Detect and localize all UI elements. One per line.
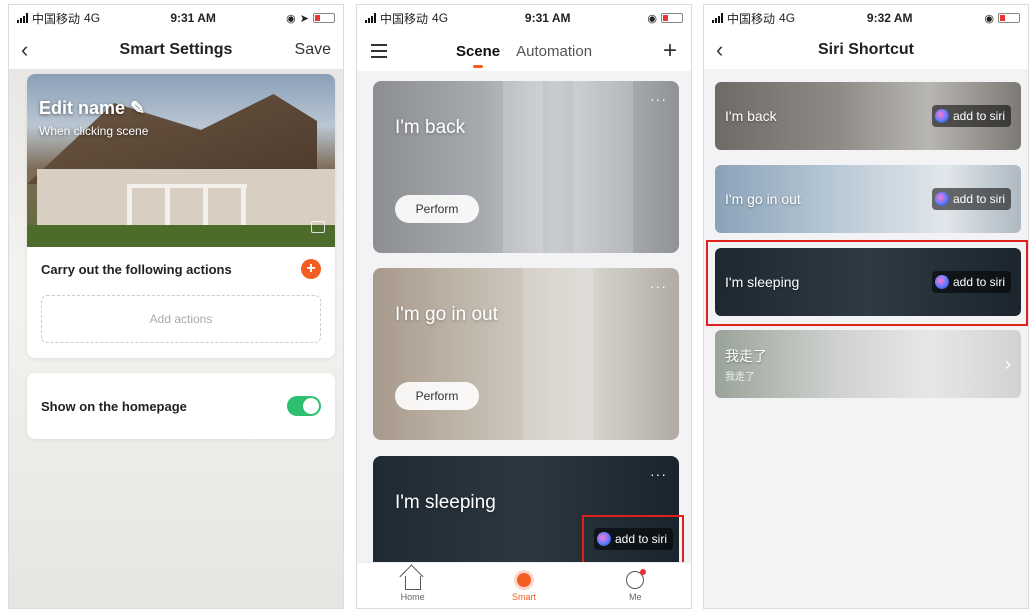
add-scene-button[interactable]: + bbox=[663, 37, 677, 65]
smart-settings-screen: 中国移动 4G 9:31 AM ◉ ➤ ‹ Smart Settings Sav… bbox=[8, 4, 344, 609]
pencil-icon: ✎ bbox=[130, 98, 146, 118]
network-label: 4G bbox=[84, 11, 101, 25]
actions-header: Carry out the following actions + bbox=[27, 247, 335, 291]
scene-name: I'm sleeping bbox=[395, 492, 496, 513]
scene-trigger-label: When clicking scene bbox=[39, 124, 149, 138]
siri-icon bbox=[934, 109, 949, 123]
add-actions-area[interactable]: Add actions bbox=[41, 295, 321, 343]
add-to-siri-label: add to siri bbox=[952, 109, 1005, 123]
status-bar: 中国移动 4G 9:32 AM ◉ bbox=[704, 5, 1028, 31]
nav-bar: Scene Automation + bbox=[357, 31, 691, 71]
save-button[interactable]: Save bbox=[295, 41, 331, 59]
nav-bar: ‹ Siri Shortcut bbox=[704, 31, 1028, 69]
network-label: 4G bbox=[779, 11, 796, 25]
tab-scene[interactable]: Scene bbox=[456, 43, 500, 68]
location-icon: ➤ bbox=[299, 12, 309, 25]
battery-icon bbox=[313, 13, 335, 23]
siri-shortcut-screen: 中国移动 4G 9:32 AM ◉ ‹ Siri Shortcut I'm ba… bbox=[703, 4, 1029, 609]
scene-card[interactable]: ··· I'm back Perform bbox=[373, 81, 679, 253]
scene-name: I'm go in out bbox=[395, 304, 498, 325]
back-button[interactable]: ‹ bbox=[716, 37, 723, 63]
shortcut-row[interactable]: 我走了 我走了 › bbox=[715, 330, 1021, 398]
shortcut-name: I'm go in out bbox=[725, 191, 801, 207]
tabbar-smart-label: Smart bbox=[511, 591, 536, 602]
highlight-box bbox=[582, 515, 684, 565]
highlight-box bbox=[706, 240, 1028, 326]
signal-icon bbox=[17, 13, 28, 23]
shortcut-row[interactable]: I'm back add to siri bbox=[715, 82, 1021, 150]
change-photo-icon[interactable] bbox=[311, 221, 325, 233]
add-to-siri-button[interactable]: add to siri bbox=[931, 105, 1011, 127]
tab-bar: Home Smart Me bbox=[357, 562, 691, 608]
shortcut-name: 我走了 bbox=[725, 347, 767, 364]
carrier-label: 中国移动 bbox=[380, 11, 429, 26]
more-icon[interactable]: ··· bbox=[650, 91, 667, 107]
scene-list-screen: 中国移动 4G 9:31 AM ◉ Scene Automation + ···… bbox=[356, 4, 692, 609]
battery-icon bbox=[998, 13, 1020, 23]
status-time: 9:32 AM bbox=[866, 11, 913, 25]
network-label: 4G bbox=[432, 11, 449, 25]
perform-button[interactable]: Perform bbox=[395, 382, 479, 410]
status-time: 9:31 AM bbox=[170, 11, 216, 25]
homepage-toggle[interactable] bbox=[287, 396, 321, 416]
smart-icon bbox=[516, 572, 531, 587]
signal-icon bbox=[712, 13, 723, 23]
tabbar-me[interactable]: Me bbox=[605, 568, 665, 602]
carrier-label: 中国移动 bbox=[727, 11, 776, 26]
edit-name-label: Edit name bbox=[39, 98, 126, 118]
homepage-toggle-row: Show on the homepage bbox=[27, 373, 335, 439]
shortcut-phrase: 我走了 bbox=[725, 371, 755, 383]
tabbar-smart[interactable]: Smart bbox=[494, 570, 554, 602]
scene-cover-image[interactable]: Edit name ✎ When clicking scene bbox=[27, 74, 335, 247]
page-title: Smart Settings bbox=[119, 41, 233, 58]
add-to-siri-button[interactable]: add to siri bbox=[931, 188, 1011, 210]
siri-icon bbox=[934, 192, 949, 206]
back-button[interactable]: ‹ bbox=[21, 37, 28, 63]
chevron-right-icon: › bbox=[1005, 353, 1011, 374]
status-time: 9:31 AM bbox=[524, 11, 571, 25]
add-to-siri-label: add to siri bbox=[952, 192, 1005, 206]
scene-name: I'm back bbox=[395, 117, 466, 138]
tabbar-home-label: Home bbox=[400, 591, 425, 602]
status-bar: 中国移动 4G 9:31 AM ◉ bbox=[357, 5, 691, 31]
more-icon[interactable]: ··· bbox=[650, 466, 667, 482]
battery-icon bbox=[661, 13, 683, 23]
menu-icon[interactable] bbox=[371, 44, 387, 58]
rotation-lock-icon: ◉ bbox=[984, 12, 994, 25]
profile-icon bbox=[626, 568, 647, 589]
shortcut-row[interactable]: I'm go in out add to siri bbox=[715, 165, 1021, 233]
scene-card[interactable]: ··· I'm go in out Perform bbox=[373, 268, 679, 440]
more-icon[interactable]: ··· bbox=[650, 278, 667, 294]
rotation-lock-icon: ◉ bbox=[647, 12, 657, 25]
tabbar-home[interactable]: Home bbox=[383, 570, 443, 602]
tab-automation[interactable]: Automation bbox=[516, 43, 592, 60]
homepage-label: Show on the homepage bbox=[41, 398, 187, 414]
perform-button[interactable]: Perform bbox=[395, 195, 479, 223]
tabbar-me-label: Me bbox=[629, 591, 642, 602]
rotation-lock-icon: ◉ bbox=[286, 12, 296, 25]
shortcut-name: I'm back bbox=[725, 108, 777, 124]
edit-name-button[interactable]: Edit name ✎ bbox=[39, 98, 145, 119]
page-title: Siri Shortcut bbox=[817, 41, 914, 58]
add-action-button[interactable]: + bbox=[301, 259, 321, 279]
scene-settings-card: Edit name ✎ When clicking scene Carry ou… bbox=[27, 74, 335, 358]
home-icon bbox=[404, 575, 421, 590]
nav-bar: ‹ Smart Settings Save bbox=[9, 31, 343, 69]
carrier-label: 中国移动 bbox=[32, 11, 81, 26]
status-bar: 中国移动 4G 9:31 AM ◉ ➤ bbox=[9, 5, 343, 31]
actions-title: Carry out the following actions bbox=[41, 261, 232, 277]
signal-icon bbox=[365, 13, 376, 23]
